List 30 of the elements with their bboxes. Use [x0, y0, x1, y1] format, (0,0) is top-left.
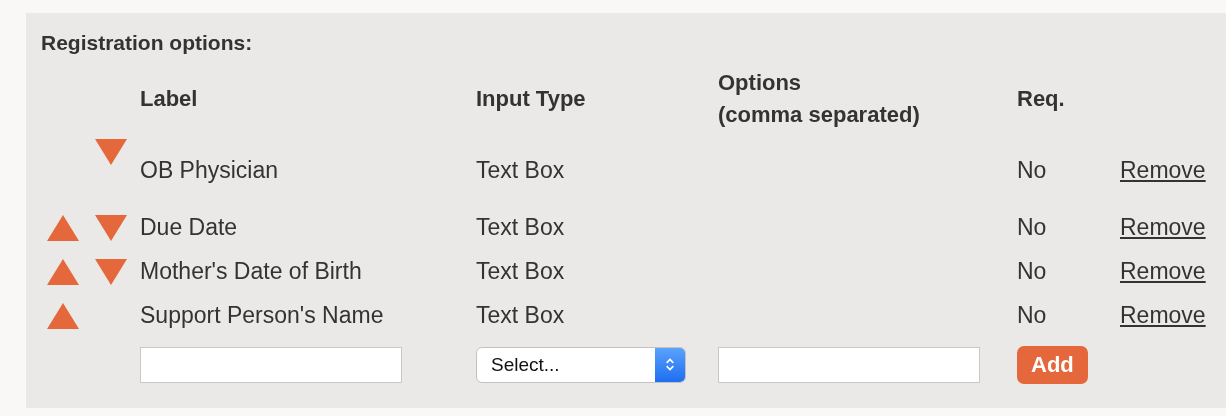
- remove-link[interactable]: Remove: [1120, 302, 1206, 330]
- move-up-icon[interactable]: [47, 302, 79, 329]
- required-text: No: [1017, 302, 1047, 330]
- input-type-select[interactable]: Select...: [476, 346, 686, 383]
- label-input-field[interactable]: [140, 346, 402, 383]
- options-input-field[interactable]: [718, 346, 980, 383]
- required-text: No: [1017, 214, 1047, 242]
- move-up-icon[interactable]: [47, 258, 79, 285]
- move-down-icon[interactable]: [95, 138, 127, 165]
- remove-link[interactable]: Remove: [1120, 258, 1206, 286]
- move-down-icon[interactable]: [95, 214, 127, 241]
- label-text: Mother's Date of Birth: [140, 258, 362, 286]
- remove-link[interactable]: Remove: [1120, 214, 1206, 242]
- column-header: Label: [140, 84, 199, 113]
- input-type-text: Text Box: [476, 156, 565, 184]
- input-type-text: Text Box: [476, 214, 565, 242]
- column-header: Options (comma separated): [718, 69, 921, 129]
- label-text: Support Person's Name: [140, 302, 384, 330]
- input-type-text: Text Box: [476, 302, 565, 330]
- column-header: Req.: [1017, 84, 1066, 113]
- move-down-icon[interactable]: [95, 258, 127, 285]
- move-up-icon[interactable]: [47, 214, 79, 241]
- required-text: No: [1017, 156, 1047, 184]
- input-type-text: Text Box: [476, 258, 565, 286]
- column-header: Input Type: [476, 84, 587, 113]
- remove-link[interactable]: Remove: [1120, 156, 1206, 184]
- section-title: Registration options:: [41, 31, 254, 55]
- label-text: OB Physician: [140, 156, 279, 184]
- required-text: No: [1017, 258, 1047, 286]
- label-text: Due Date: [140, 214, 238, 242]
